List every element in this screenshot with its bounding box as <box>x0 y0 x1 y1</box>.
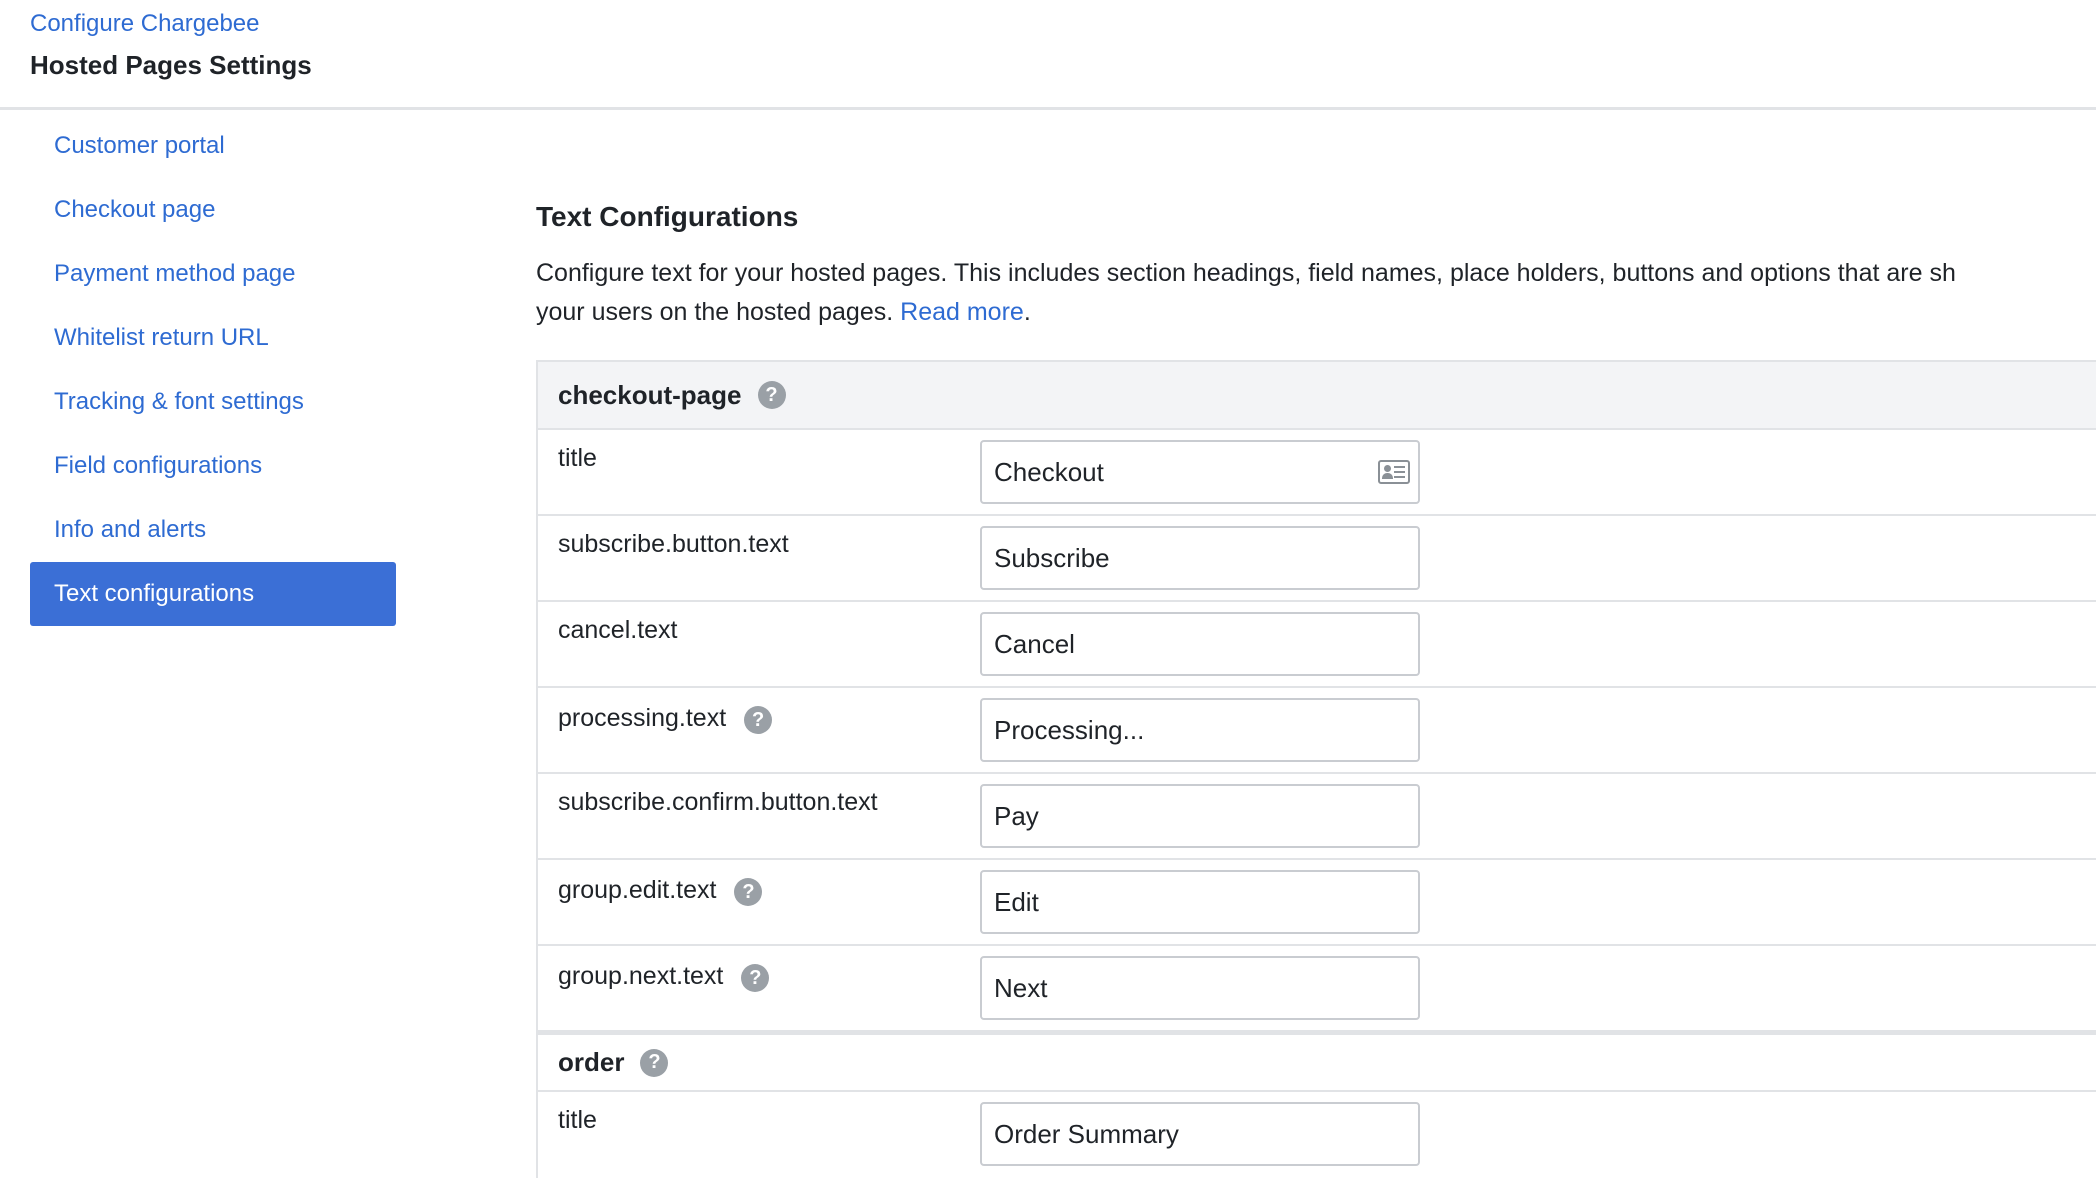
config-row-group-edit-text: group.edit.text ? <box>538 860 2096 946</box>
sidebar-item-whitelist-return-url[interactable]: Whitelist return URL <box>30 306 396 370</box>
sidebar-item-checkout-page[interactable]: Checkout page <box>30 178 396 242</box>
main-content: Text Configurations Configure text for y… <box>536 196 2096 332</box>
sidebar-item-tracking-font-settings[interactable]: Tracking & font settings <box>30 370 396 434</box>
question-circle-icon[interactable]: ? <box>741 964 770 992</box>
config-row-subscribe-confirm-button-text: subscribe.confirm.button.text <box>538 774 2096 860</box>
config-label-text: cancel.text <box>558 616 678 644</box>
group-name: order <box>558 1047 625 1077</box>
question-circle-icon[interactable]: ? <box>734 878 763 906</box>
text-input-wrapper <box>980 698 1420 762</box>
text-input-wrapper <box>980 526 1420 590</box>
subscribe-button-text-input[interactable] <box>982 528 1342 588</box>
page-header: Configure Chargebee Hosted Pages Setting… <box>0 0 2096 110</box>
sidebar-item-info-and-alerts[interactable]: Info and alerts <box>30 498 396 562</box>
order-title-input[interactable] <box>982 1104 1342 1164</box>
question-circle-icon[interactable]: ? <box>757 381 786 409</box>
sidebar-item-customer-portal[interactable]: Customer portal <box>30 114 396 178</box>
config-label-text: processing.text <box>558 703 727 732</box>
cancel-text-input[interactable] <box>982 614 1342 674</box>
text-input-wrapper <box>980 612 1420 676</box>
group-header-checkout-page: checkout-page ? <box>538 362 2096 430</box>
config-row-processing-text: processing.text ? <box>538 688 2096 774</box>
description-period: . <box>1023 298 1031 326</box>
text-input-wrapper <box>980 784 1420 848</box>
config-label-text: subscribe.button.text <box>558 530 789 558</box>
group-header-order: order ? <box>538 1032 2096 1092</box>
description-line-1: Configure text for your hosted pages. Th… <box>536 259 1956 287</box>
question-circle-icon[interactable]: ? <box>640 1048 669 1077</box>
config-label: title <box>558 444 597 473</box>
config-label: subscribe.confirm.button.text <box>558 788 878 817</box>
config-label: processing.text ? <box>558 702 773 734</box>
text-input-wrapper <box>980 956 1420 1020</box>
config-row-group-next-text: group.next.text ? <box>538 946 2096 1032</box>
config-label: group.next.text ? <box>558 960 770 992</box>
contact-card-icon[interactable] <box>1378 460 1410 484</box>
description-line-2: your users on the hosted pages. <box>536 298 894 326</box>
config-row-subscribe-button-text: subscribe.button.text <box>538 516 2096 602</box>
config-label-text: title <box>558 444 597 472</box>
subscribe-confirm-button-text-input[interactable] <box>982 786 1342 846</box>
read-more-link[interactable]: Read more <box>900 298 1024 326</box>
config-label: cancel.text <box>558 616 678 645</box>
settings-sidebar: Customer portal Checkout page Payment me… <box>30 114 396 626</box>
config-row-cancel-text: cancel.text <box>538 602 2096 688</box>
config-label-text: group.edit.text <box>558 875 717 904</box>
text-input-wrapper <box>980 440 1420 504</box>
page-title: Hosted Pages Settings <box>30 50 312 80</box>
section-description: Configure text for your hosted pages. Th… <box>536 254 2096 332</box>
config-label: title <box>558 1106 597 1135</box>
breadcrumb-configure-chargebee[interactable]: Configure Chargebee <box>30 10 260 38</box>
processing-text-input[interactable] <box>982 700 1342 760</box>
config-row-order-title: title <box>538 1092 2096 1178</box>
text-input-wrapper <box>980 1102 1420 1166</box>
section-title: Text Configurations <box>536 201 799 232</box>
text-config-table: checkout-page ? title subscribe.button.t… <box>536 360 2096 1178</box>
text-input-wrapper <box>980 870 1420 934</box>
sidebar-item-payment-method-page[interactable]: Payment method page <box>30 242 396 306</box>
config-row-title: title <box>538 430 2096 516</box>
config-label: subscribe.button.text <box>558 530 789 559</box>
config-label: group.edit.text ? <box>558 874 763 906</box>
sidebar-item-field-configurations[interactable]: Field configurations <box>30 434 396 498</box>
question-circle-icon[interactable]: ? <box>744 706 773 734</box>
group-name: checkout-page <box>558 379 742 410</box>
group-edit-text-input[interactable] <box>982 872 1342 932</box>
config-label-text: title <box>558 1106 597 1134</box>
group-next-text-input[interactable] <box>982 958 1342 1018</box>
config-label-text: group.next.text <box>558 961 724 990</box>
sidebar-item-text-configurations[interactable]: Text configurations <box>30 562 396 626</box>
config-label-text: subscribe.confirm.button.text <box>558 788 878 816</box>
title-input[interactable] <box>982 442 1342 502</box>
